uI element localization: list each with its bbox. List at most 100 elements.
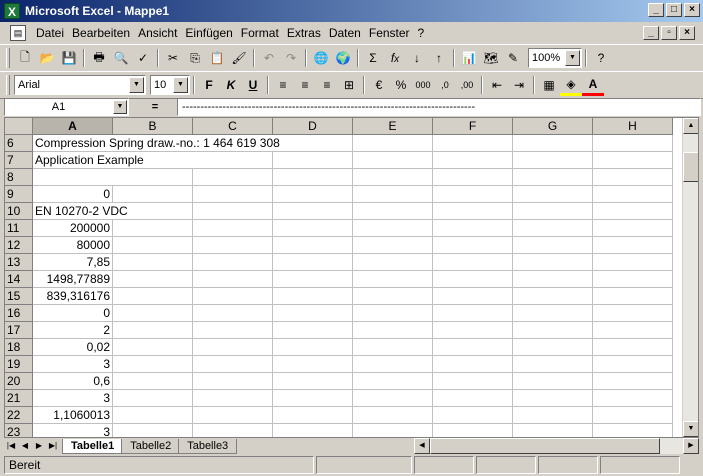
chevron-down-icon[interactable]: ▼ <box>113 100 127 114</box>
cell[interactable] <box>273 407 353 424</box>
chevron-down-icon[interactable]: ▼ <box>129 77 144 93</box>
web-toolbar-icon[interactable]: 🌍 <box>332 47 354 69</box>
cell-a[interactable]: 200000 <box>33 220 113 237</box>
cell[interactable] <box>193 339 273 356</box>
cell[interactable] <box>513 356 593 373</box>
cell[interactable] <box>273 237 353 254</box>
cell[interactable] <box>353 356 433 373</box>
cell[interactable] <box>513 203 593 220</box>
row-header[interactable]: 8 <box>5 169 33 186</box>
autosum-icon[interactable]: Σ <box>362 47 384 69</box>
cell[interactable] <box>433 203 513 220</box>
vertical-scrollbar[interactable]: ▲ ▼ <box>682 118 698 437</box>
cell[interactable] <box>113 288 193 305</box>
cell-a[interactable]: 839,316176 <box>33 288 113 305</box>
menu-format[interactable]: Format <box>237 26 283 40</box>
row-header[interactable]: 20 <box>5 373 33 390</box>
cell[interactable] <box>113 407 193 424</box>
cell[interactable] <box>513 169 593 186</box>
cell[interactable] <box>433 237 513 254</box>
cell[interactable] <box>513 373 593 390</box>
format-painter-icon[interactable]: 🖌 <box>228 47 250 69</box>
cell[interactable] <box>433 424 513 437</box>
horizontal-scrollbar[interactable]: ◀ ▶ <box>414 438 699 454</box>
cell[interactable] <box>273 424 353 437</box>
cell[interactable] <box>113 169 193 186</box>
row-header[interactable]: 16 <box>5 305 33 322</box>
vertical-scroll-thumb[interactable] <box>683 152 698 182</box>
currency-icon[interactable]: € <box>368 74 390 96</box>
cell[interactable] <box>193 390 273 407</box>
increase-decimal-icon[interactable]: ,0 <box>434 74 456 96</box>
cell[interactable] <box>353 305 433 322</box>
row-header[interactable]: 23 <box>5 424 33 437</box>
cell[interactable] <box>193 186 273 203</box>
cell[interactable] <box>353 254 433 271</box>
zoom-select[interactable]: 100% ▼ <box>528 48 582 68</box>
cell[interactable] <box>273 169 353 186</box>
cell[interactable] <box>113 254 193 271</box>
cell[interactable] <box>433 135 513 152</box>
cell[interactable] <box>593 220 673 237</box>
cell[interactable] <box>433 390 513 407</box>
cell[interactable] <box>513 220 593 237</box>
cell[interactable] <box>193 305 273 322</box>
sort-descending-icon[interactable]: ↑ <box>428 47 450 69</box>
align-right-icon[interactable]: ≡ <box>316 74 338 96</box>
underline-icon[interactable]: U <box>242 74 264 96</box>
align-left-icon[interactable]: ≡ <box>272 74 294 96</box>
cell[interactable] <box>593 424 673 437</box>
cell-a[interactable]: 0,02 <box>33 339 113 356</box>
open-icon[interactable]: 📂 <box>36 47 58 69</box>
decrease-indent-icon[interactable]: ⇤ <box>486 74 508 96</box>
cell[interactable] <box>273 271 353 288</box>
cell[interactable] <box>113 152 193 169</box>
row-header[interactable]: 13 <box>5 254 33 271</box>
cell[interactable] <box>353 424 433 437</box>
cell-a[interactable]: 3 <box>33 356 113 373</box>
cell[interactable] <box>433 169 513 186</box>
tab-tabelle1[interactable]: Tabelle1 <box>62 438 124 454</box>
fill-color-icon[interactable]: ◈ <box>560 74 582 96</box>
row-header[interactable]: 15 <box>5 288 33 305</box>
row-header[interactable]: 14 <box>5 271 33 288</box>
cell-a[interactable]: EN 10270-2 VDC <box>33 203 128 220</box>
cell[interactable] <box>193 407 273 424</box>
cell[interactable] <box>593 203 673 220</box>
cell[interactable] <box>593 288 673 305</box>
map-icon[interactable]: 🗺 <box>480 47 502 69</box>
cell[interactable] <box>273 203 353 220</box>
cell[interactable] <box>513 237 593 254</box>
increase-indent-icon[interactable]: ⇥ <box>508 74 530 96</box>
new-icon[interactable]: 🗋 <box>14 47 36 69</box>
row-header[interactable]: 10 <box>5 203 33 220</box>
cell[interactable] <box>113 271 193 288</box>
toolbar-grip[interactable] <box>6 48 10 68</box>
column-header-d[interactable]: D <box>273 118 353 135</box>
cell[interactable] <box>193 356 273 373</box>
cell[interactable] <box>353 390 433 407</box>
cell-a[interactable]: 0 <box>33 186 113 203</box>
cell-a[interactable]: 1498,77889 <box>33 271 113 288</box>
cell[interactable] <box>193 169 273 186</box>
chart-wizard-icon[interactable]: 📊 <box>458 47 480 69</box>
menu-extras[interactable]: Extras <box>283 26 325 40</box>
cell[interactable] <box>113 305 193 322</box>
equals-icon[interactable]: = <box>133 98 177 116</box>
cell[interactable] <box>513 271 593 288</box>
menu-datei[interactable]: Datei <box>32 26 68 40</box>
save-icon[interactable]: 💾 <box>58 47 80 69</box>
cell[interactable] <box>273 322 353 339</box>
undo-icon[interactable]: ↶ <box>258 47 280 69</box>
doc-minimize-button[interactable]: _ <box>643 26 659 40</box>
cell[interactable] <box>433 271 513 288</box>
cell-a[interactable]: 7,85 <box>33 254 113 271</box>
column-header-e[interactable]: E <box>353 118 433 135</box>
cell-a[interactable]: 3 <box>33 424 113 437</box>
cell[interactable] <box>433 186 513 203</box>
cell[interactable] <box>113 356 193 373</box>
chevron-down-icon[interactable]: ▼ <box>565 50 580 66</box>
row-header[interactable]: 19 <box>5 356 33 373</box>
cell[interactable] <box>193 203 273 220</box>
scroll-left-icon[interactable]: ◀ <box>414 438 430 454</box>
